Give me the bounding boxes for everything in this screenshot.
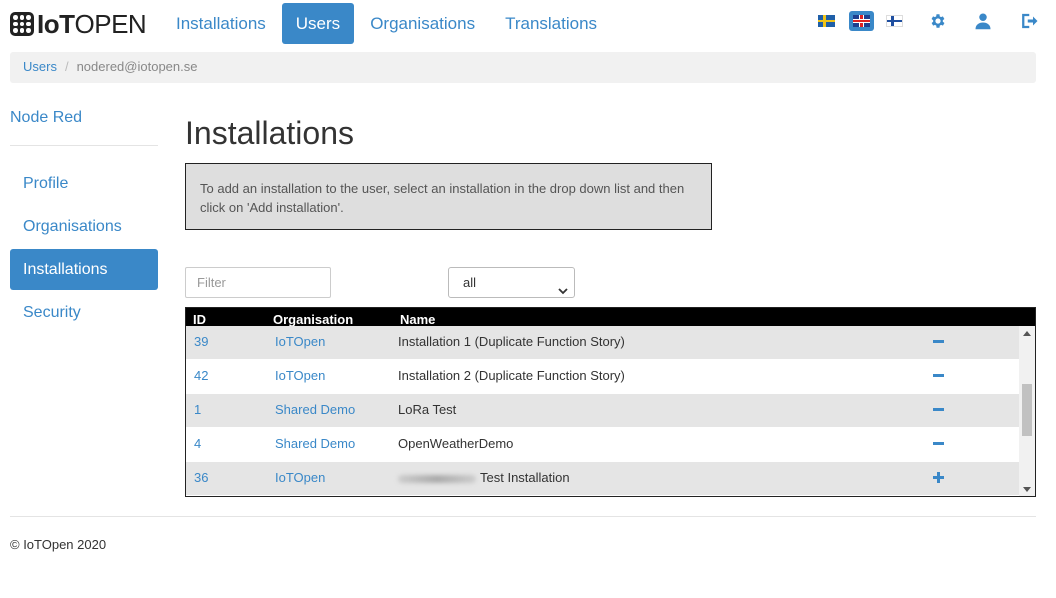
logo-grid-icon (10, 12, 34, 36)
chevron-down-icon (558, 277, 568, 306)
table-row: 36 IoTOpen Test Installation (186, 462, 1020, 496)
installation-select[interactable]: all (448, 267, 575, 298)
row-id-link[interactable]: 1 (194, 394, 201, 425)
row-organisation-link[interactable]: IoTOpen (275, 326, 325, 357)
row-name: LoRa Test (398, 402, 457, 417)
sidebar-divider (10, 145, 158, 146)
sidebar-item-organisations[interactable]: Organisations (10, 206, 158, 247)
table-header: ID Organisation Name (186, 308, 1035, 327)
sidebar-user-title[interactable]: Node Red (10, 100, 158, 136)
breadcrumb: Users / nodered@iotopen.se (10, 52, 1036, 83)
info-box: To add an installation to the user, sele… (185, 163, 712, 230)
row-id-link[interactable]: 39 (194, 326, 208, 357)
table-body: 39 IoTOpen Installation 1 (Duplicate Fun… (186, 326, 1020, 496)
swedish-flag-icon[interactable] (818, 15, 835, 27)
user-icon[interactable] (973, 11, 993, 31)
top-navbar: IoTOPEN Installations Users Organisation… (0, 0, 1056, 48)
row-id-link[interactable]: 36 (194, 462, 208, 493)
table-row: 4 Shared Demo OpenWeatherDemo (186, 428, 1020, 462)
footer-divider (10, 516, 1036, 517)
filter-input[interactable] (185, 267, 331, 298)
nav-translations[interactable]: Translations (491, 3, 611, 44)
main-nav: Installations Users Organisations Transl… (162, 3, 613, 44)
logo-thin-text: OPEN (74, 9, 147, 39)
header-id[interactable]: ID (193, 312, 206, 327)
page-title: Installations (185, 115, 354, 151)
row-name: Test Installation (480, 470, 570, 485)
iotopen-logo[interactable]: IoTOPEN (10, 9, 147, 39)
row-organisation-link[interactable]: IoTOpen (275, 462, 325, 493)
nav-right-actions (818, 11, 1038, 31)
uk-flag-icon[interactable] (853, 15, 870, 27)
row-organisation-link[interactable]: Shared Demo (275, 394, 355, 425)
scroll-up-arrow-icon[interactable] (1019, 326, 1035, 340)
logo-bold-text: IoT (37, 9, 75, 39)
row-name: OpenWeatherDemo (398, 436, 514, 451)
installations-table: ID Organisation Name 39 IoTOpen Installa… (185, 307, 1036, 497)
row-name: Installation 1 (Duplicate Function Story… (398, 334, 625, 349)
breadcrumb-users-link[interactable]: Users (23, 59, 57, 74)
nav-installations[interactable]: Installations (162, 3, 280, 44)
breadcrumb-current: nodered@iotopen.se (76, 59, 198, 74)
sidebar: Node Red Profile Organisations Installat… (10, 100, 158, 335)
table-row: 1 Shared Demo LoRa Test (186, 394, 1020, 428)
plus-icon[interactable] (930, 462, 946, 493)
header-name[interactable]: Name (400, 312, 435, 327)
scroll-down-arrow-icon[interactable] (1019, 482, 1035, 496)
breadcrumb-separator: / (64, 59, 69, 74)
sidebar-item-installations[interactable]: Installations (10, 249, 158, 290)
minus-icon[interactable] (930, 360, 946, 391)
minus-icon[interactable] (930, 428, 946, 459)
table-row: 39 IoTOpen Installation 1 (Duplicate Fun… (186, 326, 1020, 360)
table-scrollbar[interactable] (1019, 326, 1035, 496)
nav-organisations[interactable]: Organisations (356, 3, 489, 44)
sidebar-item-profile[interactable]: Profile (10, 163, 158, 204)
scroll-thumb[interactable] (1022, 384, 1032, 436)
gear-icon[interactable] (928, 11, 948, 31)
nav-users[interactable]: Users (281, 3, 355, 44)
row-id-link[interactable]: 4 (194, 428, 201, 459)
minus-icon[interactable] (930, 394, 946, 425)
header-organisation[interactable]: Organisation (273, 312, 353, 327)
logout-icon[interactable] (1018, 11, 1038, 31)
minus-icon[interactable] (930, 326, 946, 357)
row-organisation-link[interactable]: IoTOpen (275, 360, 325, 391)
sidebar-item-security[interactable]: Security (10, 292, 158, 333)
finnish-flag-icon[interactable] (886, 15, 903, 27)
row-name: Installation 2 (Duplicate Function Story… (398, 368, 625, 383)
footer-copyright: © IoTOpen 2020 (10, 537, 107, 552)
redacted-text (398, 474, 476, 483)
table-row: 42 IoTOpen Installation 2 (Duplicate Fun… (186, 360, 1020, 394)
row-organisation-link[interactable]: Shared Demo (275, 428, 355, 459)
row-id-link[interactable]: 42 (194, 360, 208, 391)
select-value: all (463, 275, 477, 290)
language-selected[interactable] (849, 11, 874, 31)
